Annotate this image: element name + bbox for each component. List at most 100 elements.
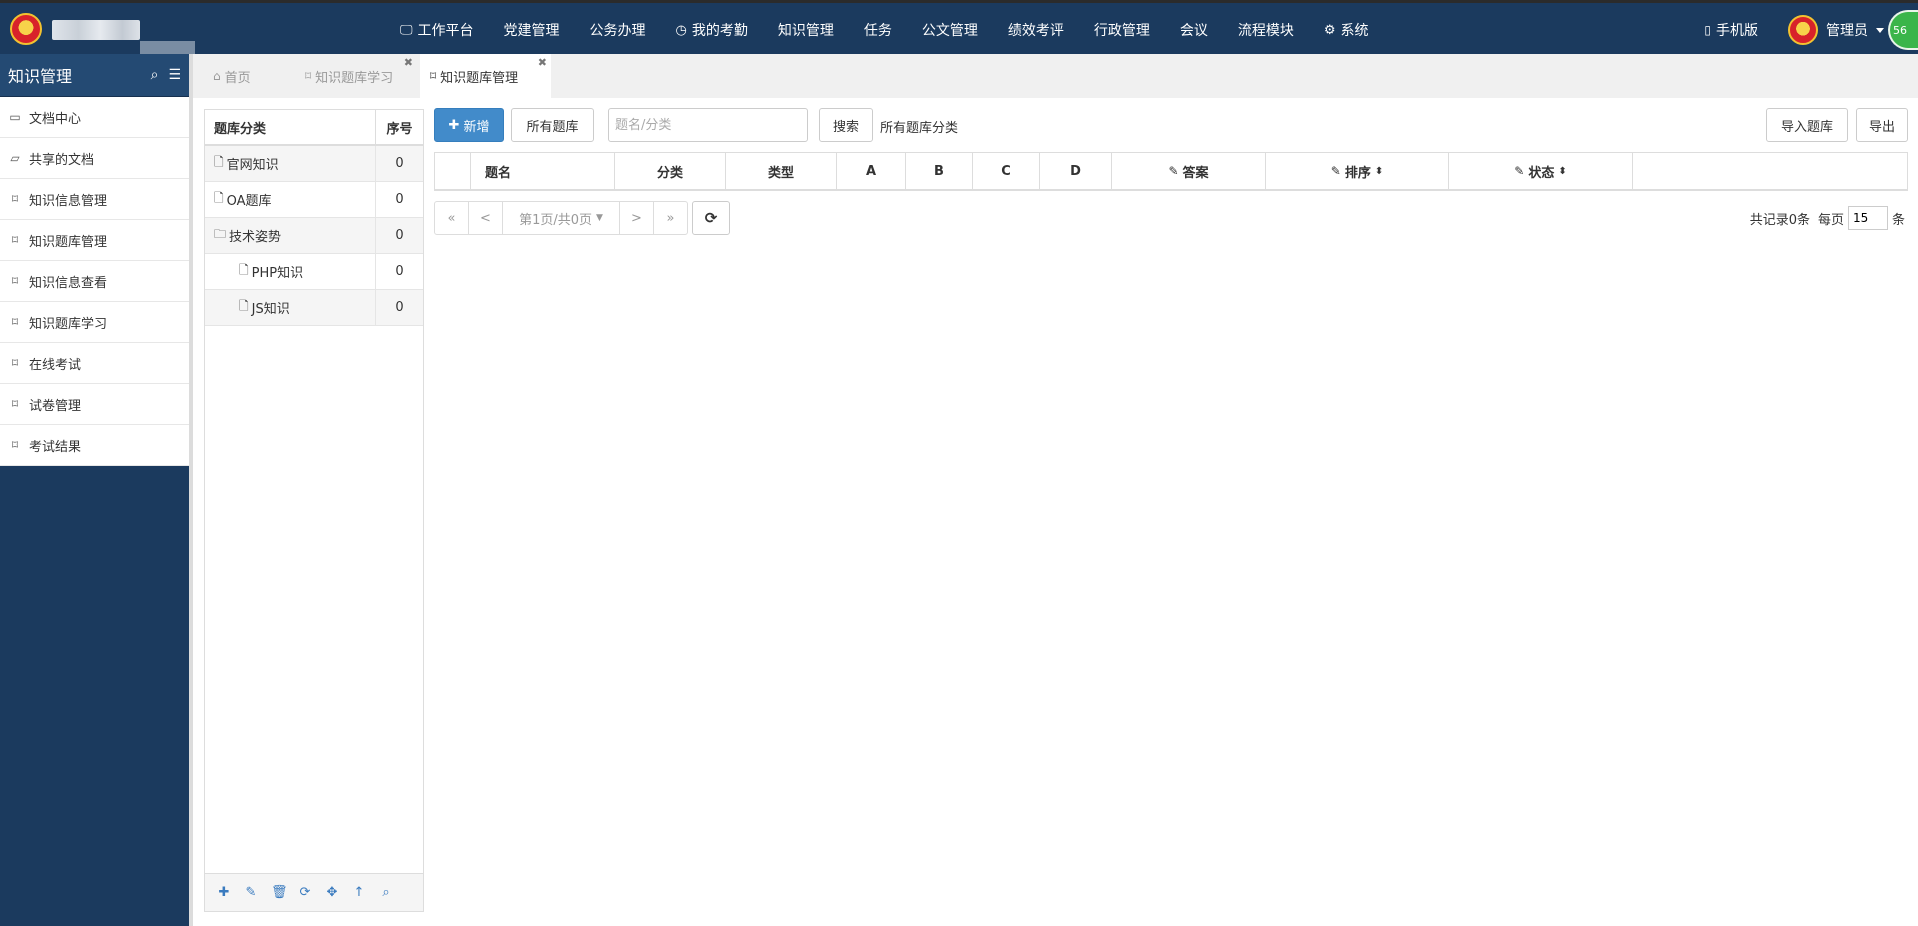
export-button[interactable]: 导出 (1856, 108, 1908, 142)
nav-item-5[interactable]: 任务 (849, 3, 907, 57)
prev-page-button[interactable]: < (469, 202, 503, 234)
sidebar-item-5[interactable]: ⌑ 知识题库学习 (0, 302, 189, 343)
top-right-area: ▯ 手机版 管理员 56 (1704, 3, 1918, 57)
file-icon: 🗋 (239, 263, 249, 277)
user-avatar[interactable] (1788, 15, 1818, 45)
nav-item-11[interactable]: ⚙ 系统 (1309, 3, 1384, 57)
page-select[interactable]: 第1页/共0页 ▼ (503, 202, 620, 234)
grid-column-header: 题名 (471, 153, 615, 189)
grid-refresh-button[interactable]: ⟳ (692, 201, 730, 235)
mobile-version-link[interactable]: ▯ 手机版 (1704, 20, 1758, 40)
last-page-button[interactable]: » (654, 202, 687, 234)
nav-item-label: 流程模块 (1237, 23, 1294, 39)
tab-knowledge-study[interactable]: ⌑ 知识题库学习 ✖ (297, 54, 417, 98)
category-row[interactable]: 🗋 OA题库 0 (205, 182, 423, 218)
nav-item-7[interactable]: 绩效考评 (993, 3, 1079, 57)
sidebar-title: 知识管理 (8, 67, 73, 86)
edit-icon[interactable]: ✎ (244, 885, 258, 900)
grid-column-label: C (1001, 163, 1011, 179)
category-row[interactable]: 🗋 PHP知识 0 (205, 254, 423, 290)
sidebar-item-label: 文档中心 (29, 111, 82, 127)
add-button[interactable]: ✚ 新增 (434, 108, 504, 142)
move-icon[interactable]: ✥ (325, 885, 339, 900)
grid-column-header: D (1040, 153, 1112, 189)
sidebar-search-icon[interactable]: ⌕ (151, 67, 159, 83)
sidebar-item-label: 知识题库学习 (29, 316, 108, 332)
delete-icon[interactable]: 🗑 (271, 885, 288, 900)
refresh-icon: ⟳ (704, 209, 718, 227)
nav-item-2[interactable]: 公务办理 (575, 3, 661, 57)
page-size-input[interactable] (1847, 206, 1888, 230)
nav-item-9[interactable]: 会议 (1165, 3, 1223, 57)
nav-item-label: 绩效考评 (1007, 23, 1064, 39)
category-name: OA题库 (226, 194, 272, 209)
grid-column-header[interactable]: ✎ 排序 ⬍ (1266, 153, 1449, 189)
sidebar-item-2[interactable]: ⌑ 知识信息管理 (0, 179, 189, 220)
category-name-cell: 🗋 JS知识 (205, 290, 376, 325)
tab-knowledge-bank-manage[interactable]: ⌑ 知识题库管理 ✖ (420, 54, 551, 98)
sidebar-header: 知识管理 ⌕ ☰ (0, 54, 189, 97)
user-name[interactable]: 管理员 (1826, 20, 1868, 40)
all-banks-button[interactable]: 所有题库 (511, 108, 594, 142)
all-banks-label: 所有题库 (526, 119, 579, 135)
import-bank-button[interactable]: 导入题库 (1766, 108, 1848, 142)
emblem-logo-icon (10, 13, 42, 45)
category-rows: 🗋 官网知识 0 🗋 OA题库 0 🗀 技术姿势 0 🗋 PHP知识 0 🗋 JS知识 0 (205, 146, 423, 326)
nav-item-6[interactable]: 公文管理 (907, 3, 993, 57)
sidebar-item-label: 在线考试 (29, 357, 82, 373)
tab-label: 知识题库管理 (440, 70, 519, 86)
sort-icon[interactable]: ⬍ (1375, 166, 1383, 177)
add-button-label: 新增 (463, 119, 490, 135)
sidebar-item-7[interactable]: ⌑ 试卷管理 (0, 384, 189, 425)
sidebar-menu-toggle-icon[interactable]: ☰ (168, 67, 181, 83)
nav-item-10[interactable]: 流程模块 (1223, 3, 1309, 57)
category-row[interactable]: 🗀 技术姿势 0 (205, 218, 423, 254)
sort-icon[interactable]: ⬍ (1558, 166, 1566, 177)
grid-column-header[interactable]: ✎ 状态 ⬍ (1449, 153, 1633, 189)
sidebar-item-3[interactable]: ⌑ 知识题库管理 (0, 220, 189, 261)
mobile-version-label: 手机版 (1716, 23, 1758, 39)
first-page-button[interactable]: « (435, 202, 469, 234)
bookmark-icon: ⌑ (305, 69, 312, 83)
add-icon[interactable]: ✚ (217, 885, 231, 900)
search-button-label: 搜索 (832, 119, 859, 135)
nav-item-0[interactable]: 🖵 工作平台 (385, 3, 489, 57)
search-icon[interactable]: ⌕ (379, 885, 393, 900)
page-select-label: 第1页/共0页 (519, 212, 592, 228)
search-button[interactable]: 搜索 (819, 108, 873, 142)
sidebar-item-4[interactable]: ⌑ 知识信息查看 (0, 261, 189, 302)
page-select-caret-icon: ▼ (596, 213, 603, 223)
bookmark-icon: ⌑ (11, 438, 19, 452)
sidebar-item-6[interactable]: ⌑ 在线考试 (0, 343, 189, 384)
export-label: 导出 (1868, 119, 1895, 135)
tab-close-icon[interactable]: ✖ (538, 56, 547, 69)
file-icon: 🗋 (214, 155, 224, 169)
nav-item-4[interactable]: 知识管理 (763, 3, 849, 57)
nav-item-3[interactable]: ◷ 我的考勤 (661, 3, 763, 57)
category-row[interactable]: 🗋 JS知识 0 (205, 290, 423, 326)
category-row[interactable]: 🗋 官网知识 0 (205, 146, 423, 182)
nav-item-1[interactable]: 党建管理 (489, 3, 575, 57)
next-page-button[interactable]: > (620, 202, 654, 234)
user-menu-caret-icon[interactable] (1876, 27, 1884, 33)
nav-item-8[interactable]: 行政管理 (1079, 3, 1165, 57)
up-arrow-icon[interactable]: ↑ (352, 885, 366, 900)
category-order: 0 (395, 228, 404, 243)
notification-badge[interactable]: 56 (1888, 10, 1918, 50)
sidebar-item-8[interactable]: ⌑ 考试结果 (0, 425, 189, 466)
refresh-icon[interactable]: ⟳ (298, 885, 312, 900)
search-input[interactable] (608, 108, 808, 142)
nav-item-label: 系统 (1340, 23, 1369, 39)
sidebar-item-label: 知识题库管理 (29, 234, 108, 250)
tab-close-icon[interactable]: ✖ (404, 56, 413, 69)
folder-open-icon: ▱ (10, 151, 20, 165)
gear-icon: ⚙ (1323, 22, 1336, 38)
bookmark-icon: ⌑ (11, 397, 19, 411)
tab-home[interactable]: ⌂ 首页 (213, 54, 283, 98)
sidebar-item-0[interactable]: ▭ 文档中心 (0, 97, 189, 138)
sidebar-item-1[interactable]: ▱ 共享的文档 (0, 138, 189, 179)
category-name-cell: 🗋 PHP知识 (205, 254, 376, 289)
category-tree-panel: 题库分类 序号 🗋 官网知识 0 🗋 OA题库 0 🗀 技术姿势 0 🗋 PHP知识 0 🗋 JS知识 0 … (204, 109, 424, 912)
category-order: 0 (395, 264, 404, 279)
category-order-header: 序号 (386, 121, 413, 137)
